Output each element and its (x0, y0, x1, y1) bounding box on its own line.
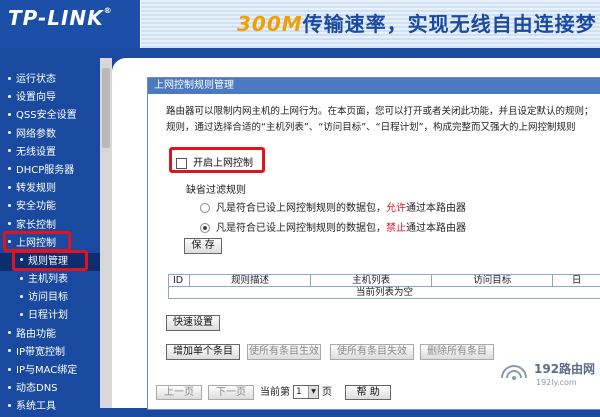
sidebar-item-dhcp[interactable]: DHCP服务器 (0, 162, 100, 180)
sidebar-item-access-target[interactable]: 访问目标 (0, 289, 100, 307)
rule-allow-radio[interactable] (200, 203, 210, 213)
enable-all-button[interactable]: 使所有条目生效 (247, 344, 321, 360)
highlight-rule-management (12, 250, 88, 271)
highlight-enable-checkbox (169, 147, 265, 173)
banner-slogan: 300M传输速率，实现无线自由连接梦 (237, 8, 597, 37)
help-button[interactable]: 帮 助 (345, 385, 391, 400)
empty-list-text: 当前列表为空 (169, 287, 600, 299)
col-host-list: 主机列表 (311, 275, 432, 287)
save-button[interactable]: 保 存 (184, 238, 222, 254)
rules-table: ID 规则描述 主机列表 访问目标 日 当前列表为空 (168, 274, 600, 299)
sidebar-item-security[interactable]: 安全功能 (0, 198, 100, 216)
page-select[interactable]: 1▼ (293, 385, 319, 399)
sidebar-item-ip-mac-binding[interactable]: IP与MAC绑定 (0, 362, 100, 380)
watermark-brand: 192路由网 (534, 360, 595, 377)
sidebar-item-host-list[interactable]: 主机列表 (0, 271, 100, 289)
sidebar-item-qss[interactable]: QSS安全设置 (0, 107, 100, 125)
page-prefix: 当前第 (260, 387, 290, 398)
col-access-target: 访问目标 (432, 275, 553, 287)
disable-all-button[interactable]: 使所有条目失效 (330, 344, 414, 360)
next-page-button[interactable]: 下一页 (208, 385, 254, 400)
panel-title: 上网控制规则管理 (148, 78, 600, 94)
sidebar-item-wireless[interactable]: 无线设置 (0, 144, 100, 162)
sidebar-item-network[interactable]: 网络参数 (0, 126, 100, 144)
col-rule-desc: 规则描述 (190, 275, 311, 287)
watermark-url: 192ly.com (536, 378, 577, 387)
header-banner: 300M传输速率，实现无线自由连接梦 (140, 0, 600, 48)
sidebar-item-schedule[interactable]: 日程计划 (0, 307, 100, 325)
sidebar-item-routing[interactable]: 路由功能 (0, 326, 100, 344)
default-filter-label: 缺省过滤规则 (186, 181, 246, 196)
col-schedule: 日 (553, 275, 600, 287)
sidebar-item-status[interactable]: 运行状态 (0, 71, 100, 89)
header: TP-LINK® 300M传输速率，实现无线自由连接梦 (0, 0, 600, 48)
page-suffix: 页 (322, 387, 332, 398)
tplink-logo: TP-LINK® (8, 6, 113, 30)
table-row: 当前列表为空 (169, 287, 600, 299)
rule-deny-radio[interactable] (200, 223, 210, 233)
logo-area: TP-LINK® (0, 0, 140, 48)
sidebar-item-forwarding[interactable]: 转发规则 (0, 180, 100, 198)
add-entry-button[interactable]: 增加单个条目 (166, 344, 240, 360)
prev-page-button[interactable]: 上一页 (156, 385, 202, 400)
sidebar-item-system-tools[interactable]: 系统工具 (0, 398, 100, 416)
sidebar-item-bandwidth[interactable]: IP带宽控制 (0, 344, 100, 362)
highlight-access-control (3, 231, 71, 252)
pagination: 上一页下一页当前第1▼页 帮 助 (156, 383, 397, 400)
rule-allow-option[interactable]: 凡是符合已设上网控制规则的数据包，允许通过本路由器 (200, 199, 466, 214)
quick-setup-button[interactable]: 快速设置 (166, 315, 220, 331)
table-header-row: ID 规则描述 主机列表 访问目标 日 (169, 275, 600, 287)
rule-deny-option[interactable]: 凡是符合已设上网控制规则的数据包，禁止通过本路由器 (200, 219, 466, 234)
sidebar-item-ddns[interactable]: 动态DNS (0, 380, 100, 398)
scrollbar-thumb[interactable] (102, 68, 110, 148)
sidebar-item-wizard[interactable]: 设置向导 (0, 89, 100, 107)
sidebar-scrollbar[interactable] (100, 58, 112, 408)
col-id: ID (169, 275, 190, 287)
chevron-down-icon: ▼ (308, 386, 318, 398)
panel-description: 路由器可以限制内网主机的上网行为。在本页面，您可以打开或者关闭此功能，并且设定默… (166, 104, 600, 136)
